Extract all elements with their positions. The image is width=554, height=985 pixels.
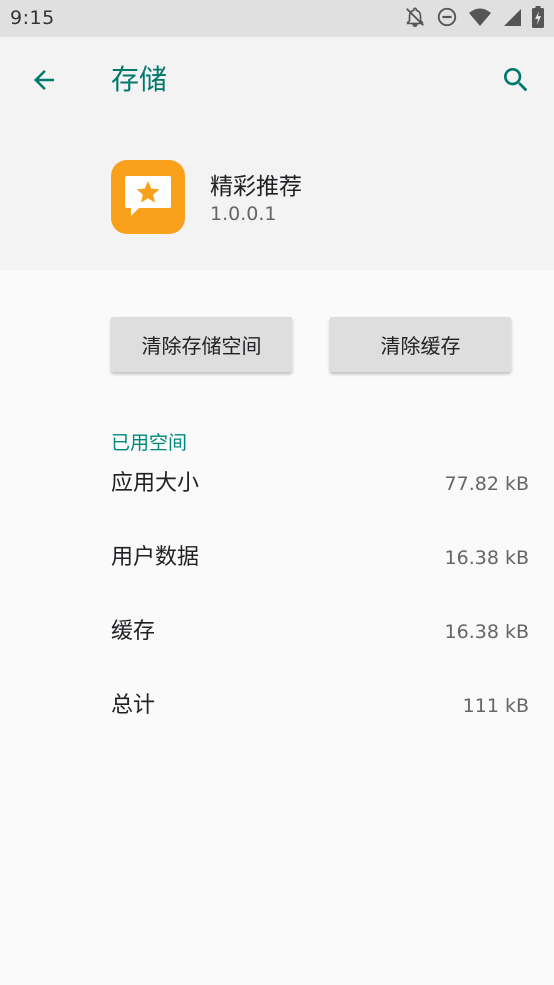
clear-storage-button[interactable]: 清除存储空间	[111, 317, 292, 372]
row-label: 总计	[111, 693, 156, 718]
row-value: 16.38 kB	[444, 547, 529, 569]
battery-charging-icon	[532, 6, 544, 28]
usage-row-total: 总计 111 kB	[111, 686, 529, 726]
row-label: 缓存	[111, 619, 156, 644]
search-button[interactable]	[496, 60, 536, 100]
row-value: 77.82 kB	[444, 473, 529, 495]
search-icon	[504, 68, 528, 92]
usage-row-app-size: 应用大小 77.82 kB	[111, 464, 529, 504]
page-title: 存储	[111, 63, 168, 96]
app-version: 1.0.0.1	[210, 203, 277, 225]
row-value: 16.38 kB	[444, 621, 529, 643]
row-label: 用户数据	[111, 545, 200, 570]
status-icons	[404, 6, 544, 28]
wifi-icon	[468, 6, 492, 28]
app-header: 存储 精彩推荐 1.0.0.1	[0, 37, 554, 270]
notifications-off-icon	[404, 6, 426, 28]
row-label: 应用大小	[111, 471, 200, 496]
app-name: 精彩推荐	[210, 174, 302, 200]
status-time: 9:15	[10, 7, 55, 29]
row-value: 111 kB	[462, 695, 529, 717]
status-bar: 9:15	[0, 0, 554, 37]
star-message-icon	[125, 176, 171, 216]
do-not-disturb-icon	[436, 6, 458, 28]
app-icon	[111, 160, 185, 234]
usage-row-user-data: 用户数据 16.38 kB	[111, 538, 529, 578]
back-button[interactable]	[24, 60, 64, 100]
section-title-space-used: 已用空间	[111, 432, 188, 454]
cellular-signal-icon	[502, 7, 522, 27]
usage-row-cache: 缓存 16.38 kB	[111, 612, 529, 652]
arrow-back-icon	[34, 70, 54, 90]
clear-cache-button[interactable]: 清除缓存	[330, 317, 511, 372]
